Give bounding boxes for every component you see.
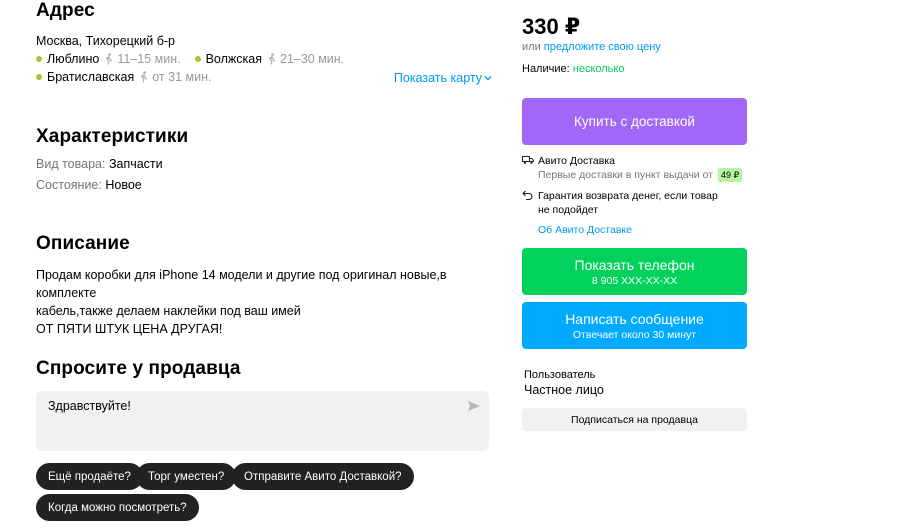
quick-question-chip[interactable]: Отправите Авито Доставкой? — [232, 463, 414, 490]
address-line: Москва, Тихорецкий б-р — [36, 34, 175, 48]
walking-person-icon — [106, 53, 113, 65]
metro-name: Братиславская — [47, 70, 135, 84]
delivery-price-badge: 49 ₽ — [717, 168, 743, 182]
metro-station: Братиславская от 31 мин. — [36, 70, 211, 84]
price: 330 ₽ — [522, 14, 581, 39]
metro-station: Волжская 21–30 мин. — [194, 52, 344, 66]
metro-name: Волжская — [205, 52, 262, 66]
chevron-down-icon — [484, 76, 492, 81]
walk-time: 21–30 мин. — [267, 52, 344, 66]
delivery-info: Авито Доставка Первые доставки в пункт в… — [522, 154, 743, 182]
walk-time: 11–15 мин. — [104, 52, 181, 66]
return-arrow-icon — [522, 190, 533, 201]
show-phone-button[interactable]: Показать телефон 8 905 XXX-XX-XX — [522, 248, 747, 295]
walk-time: от 31 мин. — [139, 70, 211, 84]
message-input[interactable]: Здравствуйте! — [36, 391, 489, 451]
seller-label: Пользователь — [524, 369, 596, 381]
characteristics-title: Характеристики — [36, 126, 189, 147]
metro-line-dot — [36, 56, 42, 62]
seller-type: Частное лицо — [524, 383, 604, 397]
description-title: Описание — [36, 233, 130, 254]
characteristic-row: Состояние: Новое — [36, 178, 142, 192]
quick-question-chip[interactable]: Ещё продаёте? — [36, 463, 143, 490]
message-text[interactable]: Здравствуйте! — [48, 399, 131, 413]
offer-price: или предложите свою цену — [522, 41, 661, 53]
truck-icon — [522, 156, 534, 164]
walking-person-icon — [141, 71, 148, 83]
metro-row: Братиславская от 31 мин. — [36, 70, 225, 84]
show-map-link[interactable]: Показать карту — [394, 71, 492, 85]
metro-name: Люблино — [47, 52, 100, 66]
description-text: Продам коробки для iPhone 14 модели и др… — [36, 268, 447, 336]
metro-line-dot — [194, 56, 201, 62]
availability: Наличие: несколько — [522, 63, 625, 75]
quick-question-chip[interactable]: Когда можно посмотреть? — [36, 494, 199, 521]
metro-station: Люблино 11–15 мин. — [36, 52, 181, 66]
buy-with-delivery-button[interactable]: Купить с доставкой — [522, 98, 747, 145]
guarantee-info: Гарантия возврата денег, если товар не п… — [522, 189, 718, 217]
about-delivery-link[interactable]: Об Авито Доставке — [538, 224, 632, 236]
metro-row: Люблино 11–15 мин. Волжская 21–30 мин. — [36, 52, 358, 66]
send-icon[interactable] — [467, 400, 481, 412]
walking-person-icon — [268, 53, 276, 65]
offer-price-link[interactable]: предложите свою цену — [544, 41, 661, 53]
address-title: Адрес — [36, 0, 95, 21]
ask-seller-title: Спросите у продавца — [36, 358, 241, 379]
subscribe-seller-button[interactable]: Подписаться на продавца — [522, 408, 747, 431]
characteristic-row: Вид товара: Запчасти — [36, 157, 163, 171]
write-message-button[interactable]: Написать сообщение Отвечает около 30 мин… — [522, 302, 747, 349]
quick-question-chip[interactable]: Торг уместен? — [136, 463, 237, 490]
metro-line-dot — [36, 74, 42, 80]
